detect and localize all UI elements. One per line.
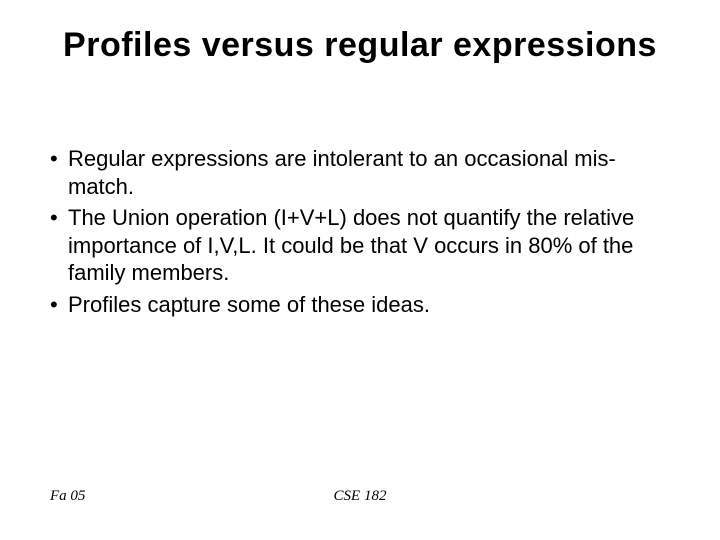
list-item: • Profiles capture some of these ideas. xyxy=(50,291,670,319)
bullet-dot-icon: • xyxy=(50,145,68,173)
list-item: • Regular expressions are intolerant to … xyxy=(50,145,670,200)
list-item: • The Union operation (I+V+L) does not q… xyxy=(50,204,670,287)
bullet-text: Profiles capture some of these ideas. xyxy=(68,291,670,319)
slide-body: • Regular expressions are intolerant to … xyxy=(50,145,670,318)
footer-center: CSE 182 xyxy=(50,488,670,505)
bullet-text: The Union operation (I+V+L) does not qua… xyxy=(68,204,670,287)
slide: Profiles versus regular expressions • Re… xyxy=(0,0,720,540)
slide-title: Profiles versus regular expressions xyxy=(50,26,670,65)
bullet-text: Regular expressions are intolerant to an… xyxy=(68,145,670,200)
slide-footer: Fa 05 CSE 182 xyxy=(50,488,670,510)
bullet-dot-icon: • xyxy=(50,291,68,319)
bullet-dot-icon: • xyxy=(50,204,68,232)
